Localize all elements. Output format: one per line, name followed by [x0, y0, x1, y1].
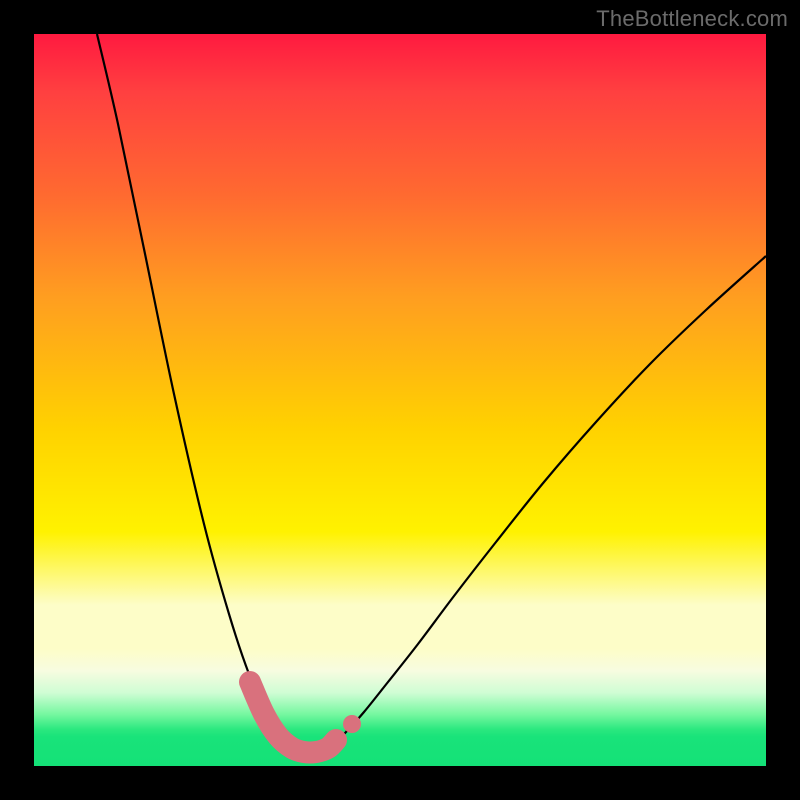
thin-curve-group — [97, 34, 766, 754]
chart-svg — [34, 34, 766, 766]
thin-curve-path — [97, 34, 766, 754]
watermark-text: TheBottleneck.com — [596, 6, 788, 32]
thick-accent-path — [250, 682, 336, 753]
dot-accent-circle — [343, 715, 361, 733]
chart-frame: TheBottleneck.com — [0, 0, 800, 800]
thick-accent-group — [250, 682, 336, 753]
dot-accent-group — [343, 715, 361, 733]
